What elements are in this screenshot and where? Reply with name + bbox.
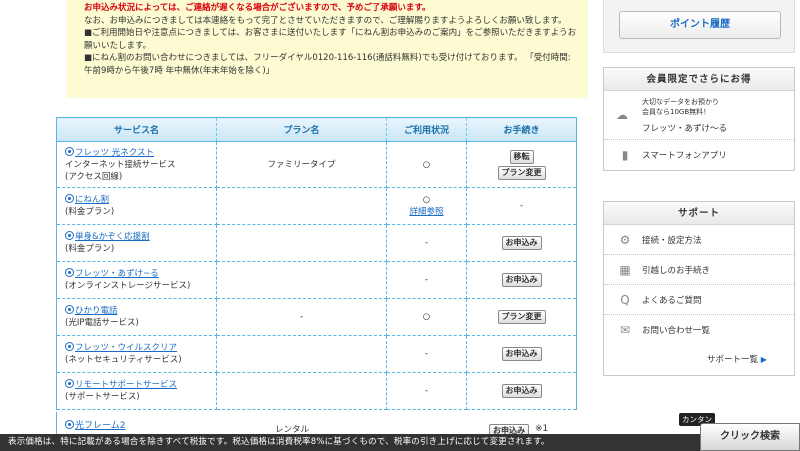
azukeru-promo[interactable]: ☁ 大切なデータをお預かり 会員なら10GB無料！ フレッツ・あずけ～る	[604, 91, 794, 140]
service-desc: (光IP電話サービス)	[65, 318, 139, 328]
members-panel-title: 会員限定でさらにお得	[604, 68, 794, 91]
tax-notice-bar: 表示価格は、特に記載がある場合を除きすべて税抜です。税込価格は消費税率8%に基づ…	[0, 434, 800, 451]
status-cell: -	[386, 372, 467, 410]
point-history-button[interactable]: ポイント履歴	[619, 11, 781, 39]
table-row: 単身&かぞく応援割 (料金プラン) - お申込み	[56, 224, 577, 262]
support-item-inquiries[interactable]: ✉ お問い合わせ一覧	[604, 315, 794, 345]
click-search-button[interactable]: クリック検索	[700, 423, 800, 451]
plan-cell	[216, 335, 387, 373]
circle-arrow-icon	[65, 379, 74, 388]
circle-arrow-icon	[65, 268, 74, 277]
circle-arrow-icon	[65, 342, 74, 351]
header-procedure: お手続き	[466, 117, 577, 142]
status-cell: ○	[386, 141, 467, 188]
point-box: ポイント履歴	[603, 0, 795, 53]
arrow-right-icon: ▶	[760, 355, 767, 364]
table-row: リモートサポートサービス (サポートサービス) - お申込み	[56, 372, 577, 410]
support-panel-title: サポート	[604, 202, 794, 225]
status-cell: -	[386, 261, 467, 299]
truck-icon: ▦	[619, 262, 631, 277]
service-desc: (オンラインストレージサービス)	[65, 281, 191, 291]
table-row: フレッツ・あずけ~る (オンラインストレージサービス) - お申込み	[56, 261, 577, 299]
support-panel: サポート ⚙ 接続・設定方法 ▦ 引越しのお手続き Q よくあるご質問 ✉ お問…	[603, 201, 795, 376]
procedure-cell: -	[466, 187, 577, 225]
status-cell: -	[386, 224, 467, 262]
header-service-name: サービス名	[56, 117, 217, 142]
notice-text-1: なお、お申込みにつきましては本連絡をもって完了とさせていただきますので、ご理解賜…	[84, 15, 567, 26]
support-item-connection[interactable]: ⚙ 接続・設定方法	[604, 225, 794, 255]
plan-cell	[216, 261, 387, 299]
service-desc: (料金プラン)	[65, 244, 115, 254]
mail-icon: ✉	[619, 323, 631, 337]
table-row: フレッツ・ウイルスクリア (ネットセキュリティサービス) - お申込み	[56, 335, 577, 373]
service-desc: (料金プラン)	[65, 207, 115, 217]
service-desc: (アクセス回線)	[65, 171, 123, 182]
smartphone-app-label: スマートフォンアプリ	[642, 151, 727, 161]
smartphone-app-link[interactable]: ▮ スマートフォンアプリ	[604, 140, 794, 170]
footnote-mark: ※1	[535, 424, 549, 434]
table-header-row: サービス名 プラン名 ご利用状況 お手続き	[56, 117, 577, 142]
plan-change-button[interactable]: プラン変更	[497, 310, 546, 324]
service-link-ninenwari[interactable]: にねん割	[65, 194, 216, 206]
service-desc: (ネットセキュリティサービス)	[65, 355, 182, 365]
promo-service-name: フレッツ・あずけ～る	[642, 123, 728, 134]
service-link-hikari-frame[interactable]: 光フレーム2	[65, 418, 125, 431]
service-link-hikari-phone[interactable]: ひかり電話	[65, 305, 216, 317]
notice-alert: お申込み状況によっては、ご連絡が遅くなる場合がございますので、予めご了承願います…	[84, 3, 431, 13]
plan-cell	[216, 372, 387, 410]
apply-button[interactable]: お申込み	[501, 347, 542, 361]
circle-arrow-icon	[65, 146, 74, 156]
status-cell: -	[386, 335, 467, 373]
plan-change-button[interactable]: プラン変更	[497, 165, 546, 180]
plan-cell	[216, 187, 387, 225]
support-item-faq[interactable]: Q よくあるご質問	[604, 285, 794, 315]
service-link-virus-clear[interactable]: フレッツ・ウイルスクリア	[65, 342, 216, 354]
members-panel: 会員限定でさらにお得 ☁ 大切なデータをお預かり 会員なら10GB無料！ フレッ…	[603, 67, 795, 171]
circle-arrow-icon	[65, 305, 74, 314]
plan-cell	[216, 224, 387, 262]
apply-button[interactable]: お申込み	[501, 236, 542, 250]
header-plan-name: プラン名	[216, 117, 387, 142]
plan-cell: -	[216, 298, 387, 336]
cloud-storage-icon: ☁	[616, 108, 628, 122]
move-button[interactable]: 移転	[509, 149, 534, 164]
circle-arrow-icon	[65, 420, 74, 429]
circle-arrow-icon	[65, 194, 74, 203]
promo-line-1: 大切なデータをお預かり	[642, 97, 719, 106]
table-row: にねん割 (料金プラン) ○ 詳細参照 -	[56, 187, 577, 225]
apply-button[interactable]: お申込み	[501, 384, 542, 398]
service-link-azukeru[interactable]: フレッツ・あずけ~る	[65, 268, 216, 280]
service-desc: インターネット接続サービス	[65, 159, 176, 170]
services-table: サービス名 プラン名 ご利用状況 お手続き フレッツ 光ネクスト インターネット…	[56, 117, 577, 410]
promo-line-2: 会員なら10GB無料！	[642, 107, 711, 116]
notice-box: お申込み状況によっては、ご連絡が遅くなる場合がございますので、予めご了承願います…	[66, 0, 588, 98]
table-row: ひかり電話 (光IP電話サービス) - ○ プラン変更	[56, 298, 577, 336]
gear-icon: ⚙	[619, 232, 631, 247]
support-item-moving[interactable]: ▦ 引越しのお手続き	[604, 255, 794, 285]
details-link[interactable]: 詳細参照	[409, 207, 443, 217]
status-cell: ○	[386, 298, 467, 336]
table-row: フレッツ 光ネクスト インターネット接続サービス (アクセス回線) ファミリータ…	[56, 141, 577, 188]
status-cell: ○	[422, 195, 431, 205]
header-status: ご利用状況	[386, 117, 467, 142]
faq-icon: Q	[620, 292, 630, 307]
support-list-link[interactable]: サポート一覧 ▶	[707, 353, 767, 365]
plan-cell: ファミリータイプ	[216, 141, 387, 188]
smartphone-icon: ▮	[621, 148, 629, 162]
service-link-single-family[interactable]: 単身&かぞく応援割	[65, 231, 216, 243]
service-link-remote-support[interactable]: リモートサポートサービス	[65, 379, 216, 391]
circle-arrow-icon	[65, 231, 74, 240]
notice-text-2: ■ご利用開始日や注意点につきましては、お客さまに送付いたします「にねん割お申込み…	[84, 28, 577, 51]
service-link-flets-next[interactable]: フレッツ 光ネクスト	[65, 146, 216, 159]
service-desc: (サポートサービス)	[65, 392, 140, 402]
notice-text-3: ■にねん割のお問い合わせにつきましては、フリーダイヤル0120-116-116(…	[84, 53, 571, 76]
apply-button[interactable]: お申込み	[501, 273, 542, 287]
table-row-partial: 光フレーム2 レンタル お申込み ※1	[56, 412, 576, 438]
